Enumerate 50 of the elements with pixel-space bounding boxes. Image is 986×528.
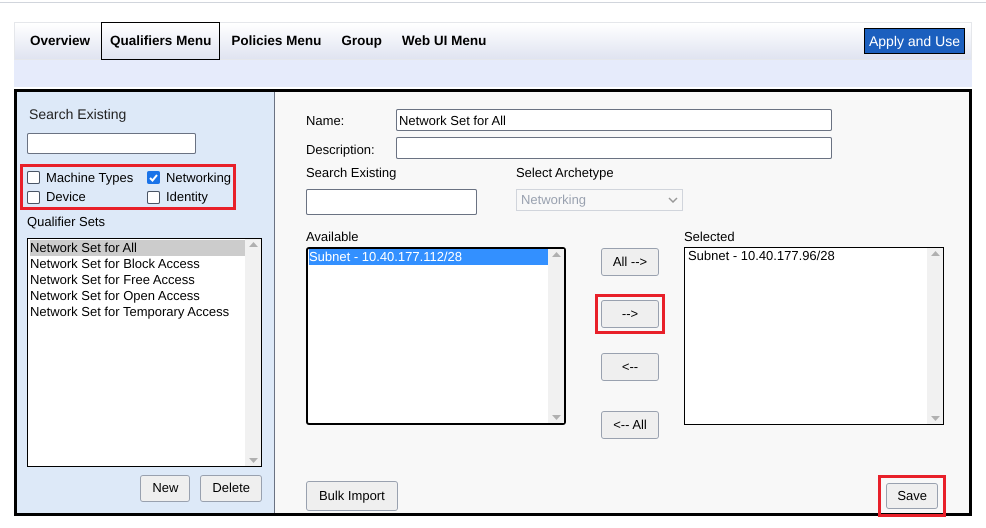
name-field[interactable]: Network Set for All [396,109,832,131]
button[interactable]: New [140,474,190,502]
tab[interactable]: Web UI Menu [392,22,496,60]
search-label: Search Existing [29,105,128,124]
bulk-import-button[interactable]: Bulk Import [306,480,398,510]
list-label: Available [306,228,360,246]
transfer-button[interactable]: <-- [601,352,659,380]
chevron-down-icon [668,196,678,202]
checkbox-label: Networking [166,168,232,187]
scrollbar[interactable] [927,248,943,424]
checkbox[interactable] [27,171,40,184]
apply-button[interactable]: Apply and Use [864,28,965,54]
scroll-up-icon[interactable] [930,251,940,256]
list-item[interactable]: Network Set for Free Access [30,272,245,288]
search-label: Search Existing [306,164,398,182]
save-button[interactable]: Save [886,482,938,508]
scroll-up-icon[interactable] [248,242,258,246]
tab[interactable]: Overview [21,22,100,60]
checkbox-label: Device [46,188,86,206]
transfer-button[interactable]: --> [601,300,659,328]
search-field[interactable] [27,133,196,154]
description-label: Description: [306,140,376,159]
checkbox[interactable] [147,190,160,204]
tab[interactable]: Policies Menu [222,22,330,60]
list-item[interactable]: Network Set for All [30,240,245,256]
list-label: Qualifier Sets [27,213,106,231]
search-field[interactable] [306,188,477,214]
checkbox[interactable] [147,171,160,184]
scroll-down-icon[interactable] [552,415,560,420]
checkbox-label: Identity [166,188,208,206]
tab[interactable]: Qualifiers Menu [101,22,220,60]
list-item[interactable]: Network Set for Open Access [30,288,245,304]
scroll-down-icon[interactable] [930,416,940,421]
transfer-button[interactable]: <-- All [601,410,659,438]
scrollbar[interactable] [548,249,564,423]
transfer-button[interactable]: All --> [601,248,659,276]
tab[interactable]: Group [332,22,391,60]
name-label: Name: [306,112,346,130]
scroll-down-icon[interactable] [248,458,258,462]
checkbox-label: Machine Types [46,168,134,187]
list-item[interactable]: Network Set for Block Access [30,256,245,272]
list-label: Selected [684,228,736,246]
description-field[interactable] [396,137,832,159]
scrollbar[interactable] [245,238,261,466]
list-item[interactable]: Subnet - 10.40.177.96/28 [688,248,927,264]
button[interactable]: Delete [200,474,262,502]
list-item[interactable]: Network Set for Temporary Access [30,304,245,320]
checkbox[interactable] [27,190,40,204]
scroll-up-icon[interactable] [552,252,560,257]
archetype-label: Select Archetype [516,164,615,182]
